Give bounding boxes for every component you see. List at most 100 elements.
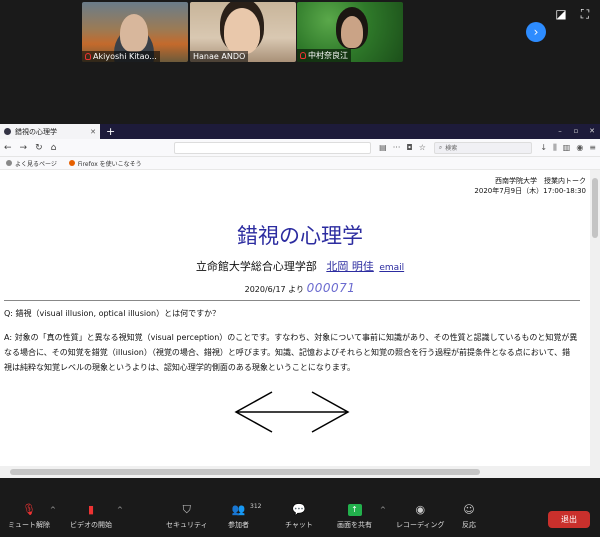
share-options-icon[interactable]: ^ [380,506,386,514]
audio-options-icon[interactable]: ^ [50,506,56,514]
event-line: 西南学院大学 授業内トーク [495,177,586,185]
meeting-controls: 🎙 ミュート解除 ^ ▮ ビデオの開始 ^ ⛉ セキュリティ 👥 312 参加者… [0,478,600,537]
leave-button[interactable]: 退出 [548,511,590,528]
question-text: Q: 錯視（visual illusion, optical illusion）… [4,309,221,318]
muller-lyer-illusion [234,391,350,433]
window-controls: – ▫ ✕ [552,124,600,139]
gear-icon [6,160,12,166]
download-icon[interactable]: ↓ [540,143,547,153]
reactions-button[interactable]: ☺ 反応 [462,504,476,530]
video-off-icon: ▮ [87,503,95,516]
video-options-icon[interactable]: ^ [117,506,123,514]
search-input[interactable]: ⌕ 検索 [433,141,533,154]
participants-button[interactable]: 👥 312 参加者 [228,503,261,530]
page-actions-icon[interactable]: ··· [393,143,401,152]
search-placeholder: 検索 [445,145,458,152]
chat-label: チャット [285,521,313,529]
tab-bar: 錯視の心理学 ✕ + – ▫ ✕ [0,124,600,139]
participant-video [341,16,363,48]
answer-text: A: 対象の「真の性質」と異なる視知覚（visual perception）のこ… [4,333,578,372]
start-video-button[interactable]: ▮ ビデオの開始 [70,504,112,530]
url-bar[interactable] [174,141,372,154]
library-icon[interactable]: ⫼ [553,143,557,153]
participants-label: 参加者 [228,521,249,529]
page-title: 錯視の心理学 [237,224,363,248]
participant-namebar: Hanae ANDO [190,51,249,62]
participants-icon: 👥 [231,503,246,516]
bookmark-most-visited[interactable]: よく見るページ [6,159,57,168]
reload-icon[interactable]: ↻ [35,143,43,153]
browser-tab[interactable]: 錯視の心理学 ✕ [0,124,100,139]
minimize-icon[interactable]: – [552,124,568,139]
menu-icon[interactable]: ≡ [589,143,596,153]
affiliation: 立命館大学総合心理学部 [195,260,317,273]
share-screen-button[interactable]: ↑ 画面を共有 [337,504,372,530]
mic-muted-icon [85,53,91,60]
participant-namebar: Akiyoshi Kitao... [82,51,160,62]
counter-value: 000071 [306,281,356,295]
vertical-scrollbar[interactable] [590,170,600,466]
mic-muted-icon [300,52,306,59]
home-icon[interactable]: ⌂ [51,143,57,153]
close-tab-icon[interactable]: ✕ [90,128,96,136]
bookmark-star-icon[interactable]: ☆ [419,143,426,152]
author-line: 立命館大学総合心理学部 北岡 明佳 email [0,258,590,274]
firefox-icon [68,160,75,166]
bookmark-firefox[interactable]: Firefox を使いこなそう [68,159,142,168]
back-icon[interactable]: ← [4,143,12,153]
close-window-icon[interactable]: ✕ [584,124,600,139]
maximize-icon[interactable]: ▫ [568,124,584,139]
url-actions: ▤ ··· ◘ ☆ [379,143,426,152]
next-page-button[interactable]: › [526,22,546,42]
participants-count: 312 [250,503,262,510]
account-icon[interactable]: ◉ [576,143,583,153]
event-info: 西南学院大学 授業内トーク 2020年7月9日（木）17:00-18:30 [474,176,586,196]
security-button[interactable]: ⛉ セキュリティ [166,504,208,530]
bookmarks-toolbar: よく見るページ Firefox を使いこなそう [0,157,600,170]
chat-icon: 💬 [292,503,306,516]
forward-icon[interactable]: → [20,143,28,153]
smile-icon: ☺ [463,503,475,516]
participant-name: Hanae ANDO [193,52,246,61]
participant-tile[interactable]: Hanae ANDO [190,2,296,62]
tab-title: 錯視の心理学 [15,127,57,136]
favicon-icon [4,128,11,135]
participant-tile[interactable]: Akiyoshi Kitao... [82,2,188,62]
participant-namebar: 中村奈良江 [297,49,351,62]
page-content: 西南学院大学 授業内トーク 2020年7月9日（木）17:00-18:30 錯視… [0,170,590,466]
visit-counter: 2020/6/17 より 000071 [0,281,590,295]
sidebar-icon[interactable]: ▥ [563,143,571,153]
record-icon: ◉ [415,503,426,516]
participant-tile[interactable]: 中村奈良江 [297,2,403,62]
record-button[interactable]: ◉ レコーディング [396,504,445,530]
unmute-button[interactable]: 🎙 ミュート解除 [8,504,50,530]
horizontal-scrollbar[interactable] [0,466,600,478]
reader-view-icon[interactable]: ▤ [379,143,387,152]
participant-name: Akiyoshi Kitao... [93,52,157,61]
participant-video [120,14,148,52]
record-label: レコーディング [396,521,445,529]
gallery-view-icon[interactable]: ◪ [554,8,568,20]
fullscreen-icon[interactable]: ⛶ [578,8,592,20]
search-icon: ⌕ [438,143,443,151]
new-tab-button[interactable]: + [106,125,115,138]
chat-button[interactable]: 💬 チャット [285,504,313,530]
video-label: ビデオの開始 [70,521,112,529]
navigation-bar: ← → ↻ ⌂ ▤ ··· ◘ ☆ ⌕ 検索 ↓ ⫼ ▥ ◉ ≡ [0,139,600,157]
share-label: 画面を共有 [337,521,372,529]
zoom-window: Akiyoshi Kitao... Hanae ANDO 中村奈良江 › ◪ ⛶… [0,0,600,537]
participant-name: 中村奈良江 [308,51,348,60]
unmute-label: ミュート解除 [8,521,50,529]
event-date: 2020年7月9日（木）17:00-18:30 [474,187,586,195]
shield-icon: ⛉ [182,503,191,516]
participant-video [224,8,260,54]
bookmark-label: Firefox を使いこなそう [77,160,142,168]
email-link[interactable]: email [379,263,404,273]
reactions-label: 反応 [462,521,476,529]
counter-prefix: 2020/6/17 より [244,285,305,294]
pocket-icon[interactable]: ◘ [406,143,412,152]
author-link[interactable]: 北岡 明佳 [326,260,374,273]
bookmark-label: よく見るページ [15,160,57,168]
toolbar-right: ↓ ⫼ ▥ ◉ ≡ [540,143,596,153]
share-screen-icon: ↑ [347,504,362,516]
